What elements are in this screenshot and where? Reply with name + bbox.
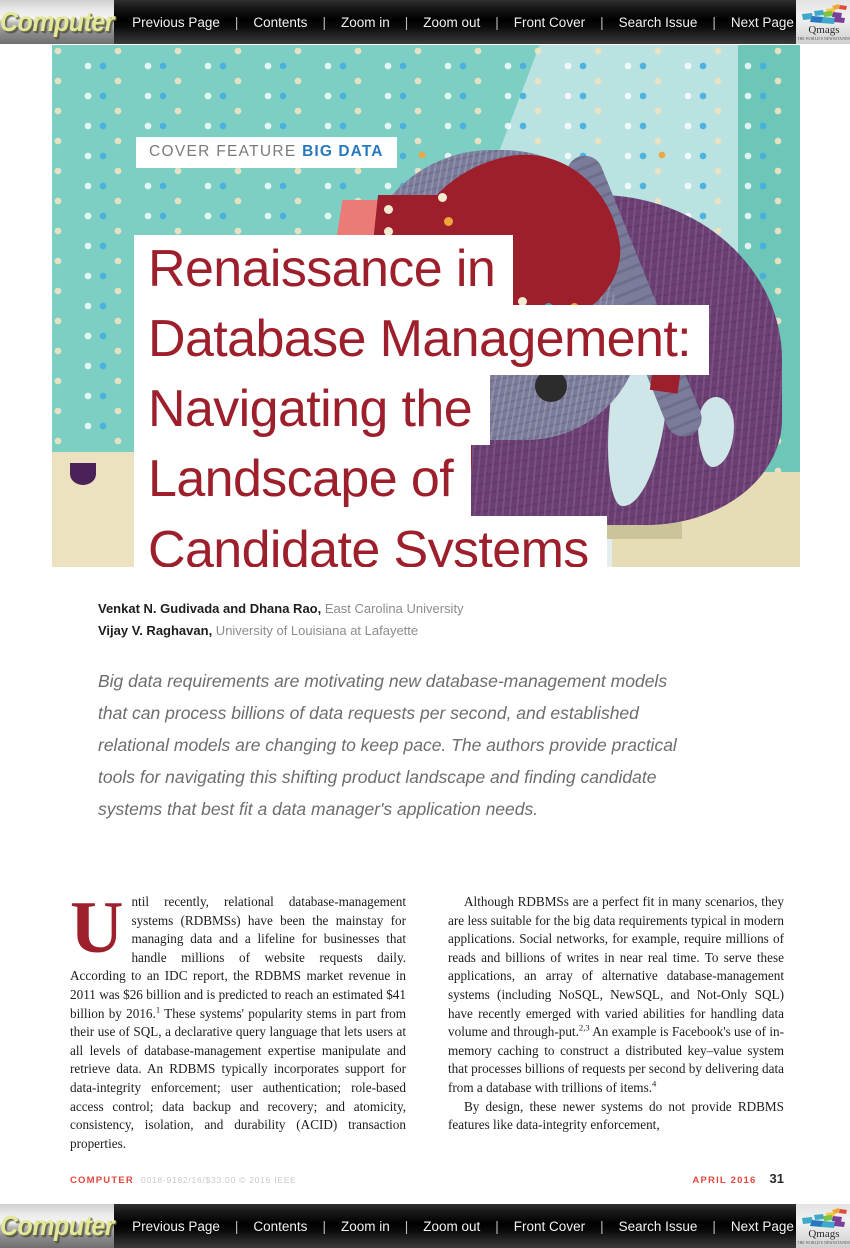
toolbar-link-previous-page[interactable]: Previous Page [130,15,222,30]
qmags-tagline: THE WORLD'S NEWSSTAND® [797,36,850,41]
computer-brand-label: Computer [0,5,115,38]
qmags-butterfly-icon [801,3,847,24]
qmags-butterfly-icon-bottom [801,1207,847,1228]
kicker-primary-label: COVER FEATURE [149,143,297,160]
body-column-right: Although RDBMSs are a perfect fit in man… [448,893,784,1151]
footer-issn: 0018-9162/16/$33.00 © 2016 IEEE [140,1175,297,1185]
footer-page-number: 31 [769,1171,784,1186]
top-navigation-toolbar: Computer Previous Page | Contents | Zoom… [0,0,850,44]
toolbar-link-zoom-in-bottom[interactable]: Zoom in [339,1219,392,1234]
toolbar-link-previous-page-bottom[interactable]: Previous Page [130,1219,222,1234]
toolbar-link-zoom-in[interactable]: Zoom in [339,15,392,30]
citation-ref-2-3[interactable]: 2,3 [579,1023,590,1033]
toolbar-links-bottom: Previous Page | Contents | Zoom in | Zoo… [114,1204,796,1248]
toolbar-link-next-page-bottom[interactable]: Next Page [729,1219,796,1234]
toolbar-separator: | [600,14,604,30]
toolbar-separator: | [404,1218,409,1234]
article-title-line-2: Database Management: [134,305,710,376]
toolbar-separator: | [712,14,716,30]
computer-brand-logo-bottom: Computer [0,1204,115,1248]
body-paragraph-right-1: Although RDBMSs are a perfect fit in man… [448,893,784,1098]
citation-ref-4[interactable]: 4 [652,1079,656,1089]
article-title-line-3: Navigating the [134,375,491,446]
author-affiliation-2: University of Louisiana at Lafayette [212,623,419,638]
toolbar-separator: | [495,1218,499,1234]
toolbar-separator: | [234,14,239,30]
article-title-line-4: Landscape of [134,445,472,516]
toolbar-separator: | [495,14,499,30]
toolbar-link-front-cover-bottom[interactable]: Front Cover [512,1219,587,1234]
drop-cap: U [70,893,124,969]
ear-decoration-dot [444,217,453,226]
kicker-secondary-label: BIG DATA [302,143,384,160]
article-abstract: Big data requirements are motivating new… [98,671,677,819]
toolbar-separator: | [600,1218,604,1234]
footer-issue-date: APRIL 2016 [692,1175,757,1186]
toolbar-link-contents-bottom[interactable]: Contents [251,1219,309,1234]
article-title-line-1: Renaissance in [134,235,514,306]
body-paragraph-right-2: By design, these newer systems do not pr… [448,1098,784,1133]
magazine-page: Computer Previous Page | Contents | Zoom… [0,0,850,1248]
article-body: U ntil recently, relational database-man… [70,893,784,1151]
toolbar-link-next-page[interactable]: Next Page [729,15,796,30]
toolbar-link-search-issue[interactable]: Search Issue [617,15,700,30]
toolbar-separator: | [322,1218,326,1234]
body-column-left: U ntil recently, relational database-man… [70,893,406,1151]
page-footer: COMPUTER 0018-9162/16/$33.00 © 2016 IEEE … [70,1170,784,1188]
author-names-2: Vijay V. Raghavan, [98,623,213,638]
qmags-logo-bottom[interactable]: Qmags THE WORLD'S NEWSSTAND® [795,1204,850,1248]
author-row-2: Vijay V. Raghavan, University of Louisia… [98,620,698,642]
author-block: Venkat N. Gudivada and Dhana Rao, East C… [98,598,698,642]
toolbar-link-contents[interactable]: Contents [251,15,309,30]
footer-left: COMPUTER 0018-9162/16/$33.00 © 2016 IEEE [70,1170,297,1188]
toolbar-separator: | [234,1218,239,1234]
blanket-decoration-dot [384,205,393,214]
body-left-text-2: These systems' popularity stems in part … [70,1005,406,1151]
qmags-wordmark-bottom: Qmags [808,1227,840,1240]
footer-brand: COMPUTER [70,1175,134,1186]
computer-brand-logo: Computer [0,0,115,44]
article-title-line-5: Candidate Systems [134,515,607,567]
qmags-wordmark: Qmags [808,23,840,36]
cover-feature-kicker: COVER FEATURE BIG DATA [136,137,397,168]
toolbar-separator: | [322,14,326,30]
purple-flower-accent [70,463,96,485]
toolbar-link-search-issue-bottom[interactable]: Search Issue [617,1219,700,1234]
body-right-text-1: Although RDBMSs are a perfect fit in man… [448,894,784,1040]
toolbar-link-zoom-out-bottom[interactable]: Zoom out [421,1219,482,1234]
qmags-logo[interactable]: Qmags THE WORLD'S NEWSSTAND® [795,0,850,44]
toolbar-link-front-cover[interactable]: Front Cover [512,15,587,30]
toolbar-links-top: Previous Page | Contents | Zoom in | Zoo… [114,0,796,44]
bottom-navigation-toolbar: Computer Previous Page | Contents | Zoom… [0,1204,850,1248]
author-names-1: Venkat N. Gudivada and Dhana Rao, [98,601,322,616]
toolbar-link-zoom-out[interactable]: Zoom out [421,15,482,30]
author-affiliation-1: East Carolina University [321,601,464,616]
ear-decoration-dot [438,193,447,202]
author-row-1: Venkat N. Gudivada and Dhana Rao, East C… [98,598,698,620]
cover-illustration: COVER FEATURE BIG DATA Renaissance in Da… [52,45,800,567]
computer-brand-label-bottom: Computer [0,1209,115,1242]
toolbar-separator: | [404,14,409,30]
qmags-tagline-bottom: THE WORLD'S NEWSSTAND® [797,1240,850,1245]
toolbar-separator: | [712,1218,716,1234]
article-title: Renaissance in Database Management: Navi… [134,235,710,567]
footer-right: APRIL 2016 31 [692,1170,784,1188]
